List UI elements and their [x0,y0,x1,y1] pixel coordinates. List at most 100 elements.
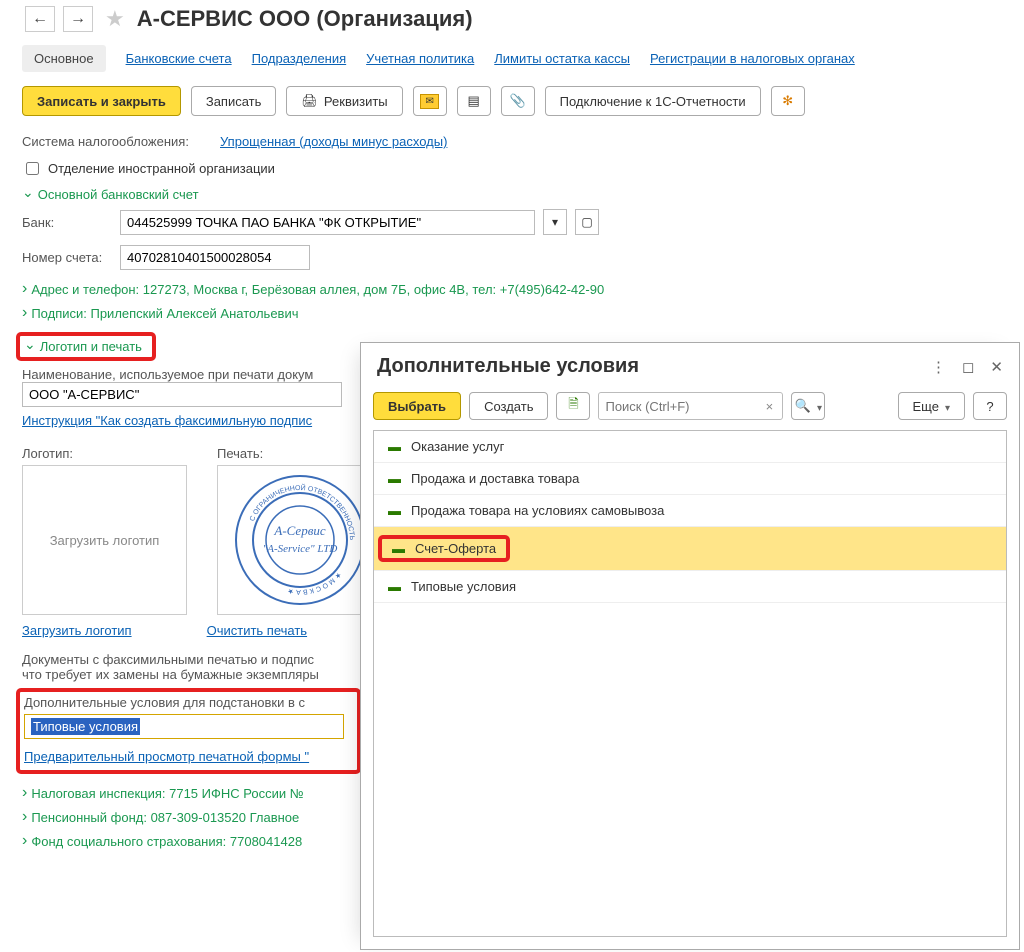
bank-label: Банк: [22,215,112,230]
account-input[interactable] [120,245,310,270]
dialog-list: ▬ Оказание услуг ▬ Продажа и доставка то… [373,430,1007,937]
section-address-label: Адрес и телефон: 127273, Москва г, Берёз… [31,282,604,297]
svg-text:"A-Service" LTD: "A-Service" LTD [262,543,337,555]
section-signatures-label: Подписи: Прилепский Алексей Анатольевич [31,306,298,321]
bank-dropdown-button[interactable]: ▾ [543,209,567,235]
list-item[interactable]: ▬ Типовые условия [374,571,1006,603]
dialog-search-input[interactable] [599,395,757,418]
page-title: А-СЕРВИС ООО (Организация) [137,6,473,32]
tab-bank-accounts[interactable]: Банковские счета [126,51,232,66]
paperclip-icon: 📎 [510,93,526,109]
section-logo-stamp-label: Логотип и печать [40,339,142,354]
bank-input[interactable] [120,210,535,235]
close-icon[interactable]: ✕ [990,358,1003,376]
section-bank-account-label: Основной банковский счет [38,187,199,202]
stamp-image-box[interactable]: А-Сервис "A-Service" LTD С ОГРАНИЧЕННОЙ … [217,465,382,615]
dialog-create-label: Создать [484,399,533,414]
chevron-down-icon [24,338,36,355]
network-icon: ✻ [782,93,793,109]
list-item-label: Продажа и доставка товара [411,471,579,486]
attach-button[interactable]: 📎 [501,86,535,116]
list-item[interactable]: ▬ Продажа и доставка товара [374,463,1006,495]
tax-system-label: Система налогообложения: [22,134,212,149]
list-item-label: Типовые условия [411,579,516,594]
chevron-right-icon [22,304,27,322]
dialog-menu-icon[interactable]: ⋮ [931,358,946,376]
extra-conditions-dialog: Дополнительные условия ⋮ ◻ ✕ Выбрать Соз… [360,342,1020,950]
tab-tax-reg[interactable]: Регистрации в налоговых органах [650,51,855,66]
dialog-more-button[interactable]: Еще [898,392,965,420]
dialog-create-button[interactable]: Создать [469,392,548,420]
print-name-input[interactable] [22,382,342,407]
save-button[interactable]: Записать [191,86,277,116]
list-item[interactable]: ▬ Оказание услуг [374,431,1006,463]
clear-stamp-link[interactable]: Очистить печать [207,623,307,638]
instruction-link[interactable]: Инструкция "Как создать факсимильную под… [22,413,312,428]
list-item-icon: ▬ [388,471,401,486]
tab-cash-limits[interactable]: Лимиты остатка кассы [494,51,630,66]
extra-conditions-value: Типовые условия [31,718,140,735]
dialog-search-wrap: × [598,392,783,420]
list-item[interactable]: ▬ Продажа товара на условиях самовывоза [374,495,1006,527]
list-item-icon: ▬ [392,541,405,556]
chevron-right-icon [22,784,27,802]
bank-open-button[interactable]: ▢ [575,209,599,235]
printer-icon: 🖨 [301,93,318,109]
dialog-restore-icon[interactable]: ◻ [962,358,974,376]
logo-label: Логотип: [22,446,187,461]
chevron-right-icon [22,808,27,826]
save-close-button[interactable]: Записать и закрыть [22,86,181,116]
tax-system-link[interactable]: Упрощенная (доходы минус расходы) [220,134,447,149]
favorite-star-icon[interactable]: ★ [105,6,125,32]
list-item-label: Оказание услуг [411,439,504,454]
dialog-more-label: Еще [913,399,939,414]
preview-print-form-link[interactable]: Предварительный просмотр печатной формы … [24,749,309,764]
tab-divisions[interactable]: Подразделения [252,51,347,66]
dialog-new-doc-button[interactable]: 🗎 [556,392,590,420]
dialog-search-clear[interactable]: × [757,399,781,414]
list-item-label: Продажа товара на условиях самовывоза [411,503,664,518]
chevron-right-icon [22,832,27,850]
section-bank-account[interactable]: Основной банковский счет [22,186,1002,203]
section-signatures[interactable]: Подписи: Прилепский Алексей Анатольевич [22,304,1002,322]
extra-conditions-label: Дополнительные условия для подстановки в… [24,695,351,710]
dialog-help-button[interactable]: ? [973,392,1007,420]
dialog-title: Дополнительные условия [377,355,639,378]
list-item-selected[interactable]: ▬ Счет-Оферта [374,527,1006,571]
section-social-insurance-label: Фонд социального страхования: 7708041428 [31,834,302,849]
section-logo-stamp[interactable]: Логотип и печать [24,338,142,355]
logo-placeholder-text: Загрузить логотип [50,533,160,548]
extra-conditions-input[interactable]: Типовые условия [24,714,344,739]
stamp-label: Печать: [217,446,382,461]
upload-logo-link[interactable]: Загрузить логотип [22,623,132,638]
documents-button[interactable]: ▤ [457,86,491,116]
connect-1c-button[interactable]: Подключение к 1С-Отчетности [545,86,761,116]
save-label: Записать [206,94,262,109]
nav-back-button[interactable]: ← [25,6,55,32]
list-item-icon: ▬ [388,439,401,454]
chevron-down-icon [22,186,34,203]
dialog-select-label: Выбрать [388,399,446,414]
requisites-label: Реквизиты [324,94,388,109]
logo-upload-box[interactable]: Загрузить логотип [22,465,187,615]
tab-bar: Основное Банковские счета Подразделения … [0,40,1024,84]
section-address[interactable]: Адрес и телефон: 127273, Москва г, Берёз… [22,280,1002,298]
connect-1c-label: Подключение к 1С-Отчетности [560,94,746,109]
dialog-select-button[interactable]: Выбрать [373,392,461,420]
section-pension-fund-label: Пенсионный фонд: 087-309-013520 Главное [31,810,299,825]
mail-button[interactable]: ✉ [413,86,447,116]
help-icon: ? [986,399,993,414]
nav-forward-button[interactable]: → [63,6,93,32]
save-close-label: Записать и закрыть [37,94,166,109]
requisites-button[interactable]: 🖨 Реквизиты [286,86,402,116]
tab-acc-policy[interactable]: Учетная политика [366,51,474,66]
list-item-icon: ▬ [388,503,401,518]
search-icon: 🔍 [795,398,811,414]
list-item-label: Счет-Оферта [415,541,496,556]
foreign-org-checkbox[interactable] [26,162,39,175]
account-label: Номер счета: [22,250,112,265]
main-toolbar: Записать и закрыть Записать 🖨 Реквизиты … [0,84,1024,134]
dialog-search-button[interactable]: 🔍 [791,392,825,420]
network-button[interactable]: ✻ [771,86,805,116]
tab-main[interactable]: Основное [22,45,106,72]
